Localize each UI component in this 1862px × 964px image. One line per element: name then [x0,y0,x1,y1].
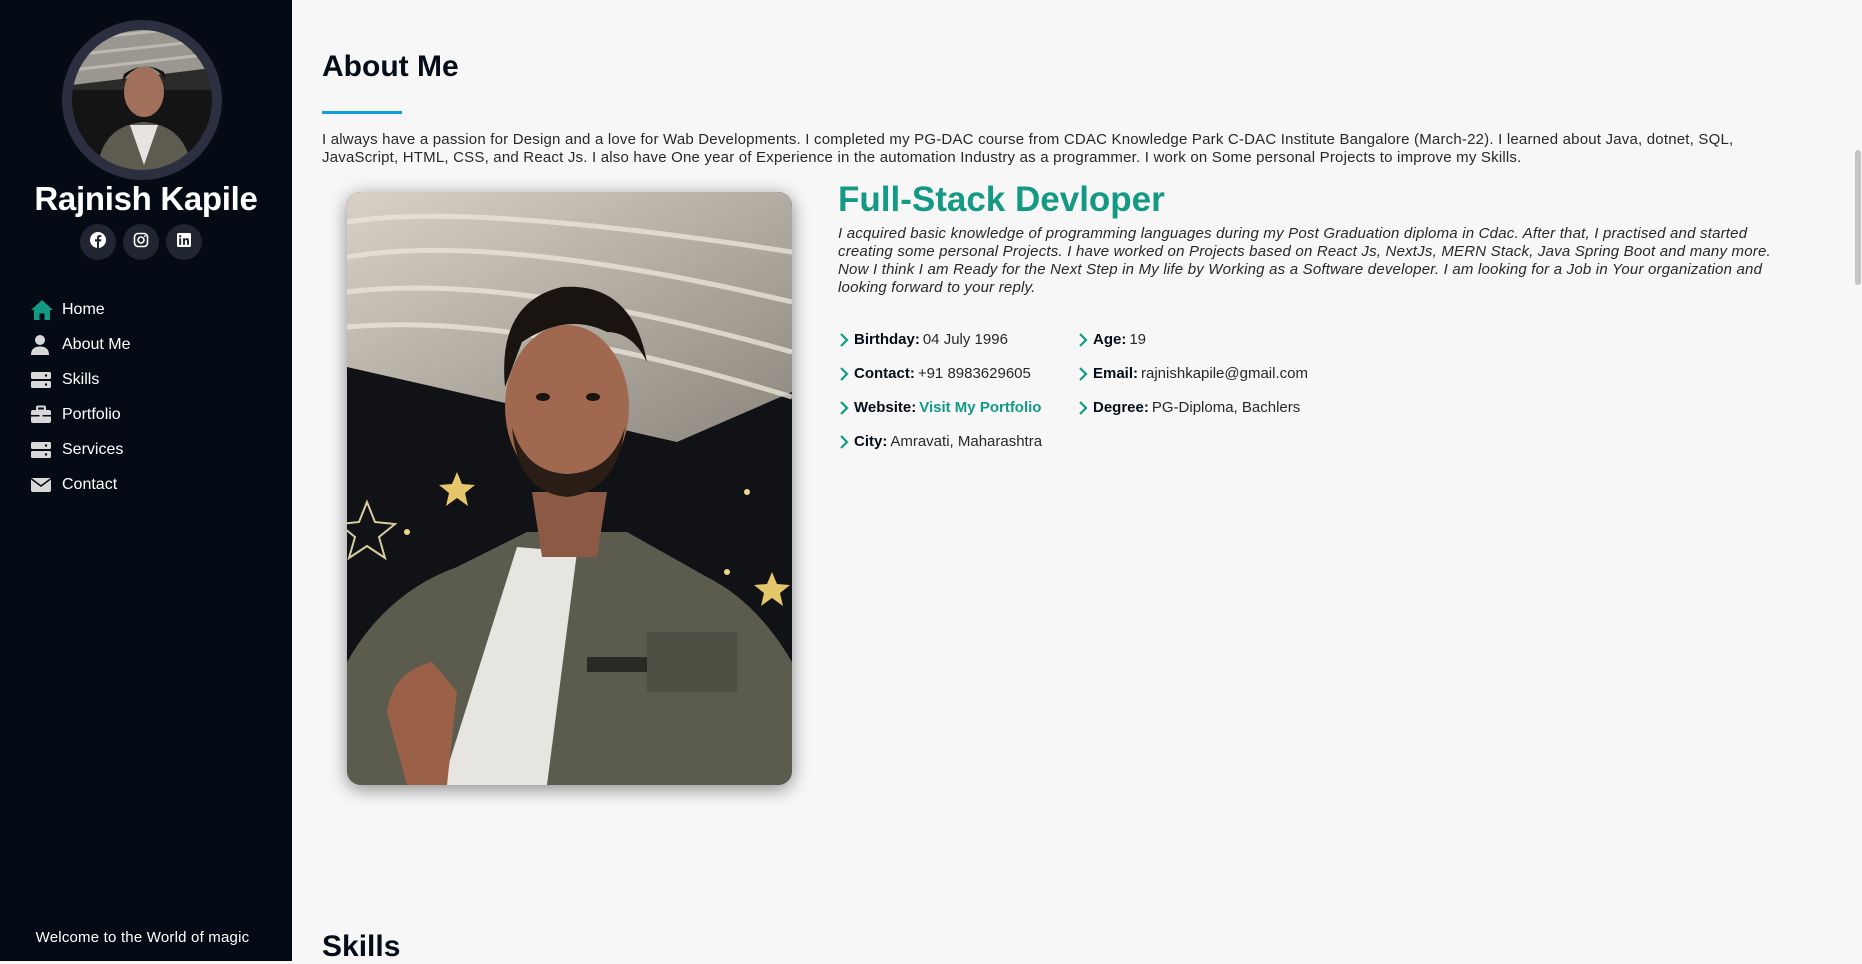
nav-label-home: Home [62,300,105,318]
info-city: City: Amravati, Maharashtra [838,433,1042,450]
info-label: Birthday: [854,331,920,348]
about-title: About Me [322,50,459,83]
info-birthday: Birthday: 04 July 1996 [838,331,1008,348]
instagram-icon [133,232,149,253]
chevron-right-icon [1079,332,1088,347]
linkedin-link[interactable] [166,224,202,260]
nav-item-about[interactable]: About Me [30,327,130,362]
nav-item-skills[interactable]: Skills [30,362,130,397]
info-label: Email: [1093,365,1139,382]
scrollbar-thumb[interactable] [1855,150,1861,285]
nav-label-services: Services [62,440,124,458]
info-value: 19 [1129,331,1147,348]
info-website: Website: Visit My Portfolio [838,399,1041,416]
server-icon [30,369,56,391]
chevron-right-icon [840,400,849,415]
info-value: PG-Diploma, Bachlers [1151,399,1301,416]
info-value: Amravati, Maharashtra [890,433,1043,450]
avatar-ring [62,20,222,180]
role-description: I acquired basic knowledge of programmin… [838,225,1771,296]
skills-title: Skills [322,930,401,963]
info-label: City: [854,433,888,450]
info-label: Website: [854,399,917,416]
chevron-right-icon [840,366,849,381]
info-degree: Degree: PG-Diploma, Bachlers [1077,399,1300,416]
nav-item-services[interactable]: Services [30,432,130,467]
info-value: rajnishkapile@gmail.com [1141,365,1308,382]
server-icon [30,439,56,461]
social-links [80,224,202,260]
info-value: +91 8983629605 [917,365,1031,382]
nav-label-contact: Contact [62,475,118,493]
facebook-link[interactable] [80,224,116,260]
nav-label-portfolio: Portfolio [62,405,121,423]
facebook-icon [90,231,106,253]
envelope-icon [30,474,56,496]
about-intro: I always have a passion for Design and a… [322,131,1734,166]
info-email: Email: rajnishkapile@gmail.com [1077,365,1308,382]
profile-name: Rajnish Kapile [34,180,258,217]
chevron-right-icon [840,434,849,449]
info-contact: Contact: +91 8983629605 [838,365,1031,382]
sidebar-nav: Home About Me Skills Portfolio Services [30,292,130,502]
nav-item-contact[interactable]: Contact [30,467,130,502]
info-value: 04 July 1996 [922,331,1008,348]
info-label: Contact: [854,365,915,382]
info-label: Degree: [1093,399,1149,416]
user-icon [30,334,56,356]
home-icon [30,299,56,321]
linkedin-icon [176,232,192,253]
nav-label-about: About Me [62,335,131,353]
nav-item-portfolio[interactable]: Portfolio [30,397,130,432]
title-underline [322,111,402,114]
profile-photo [347,192,792,785]
info-label: Age: [1093,331,1127,348]
portfolio-link[interactable]: Visit My Portfolio [919,399,1041,416]
chevron-right-icon [1079,400,1088,415]
instagram-link[interactable] [123,224,159,260]
avatar [72,30,212,170]
nav-label-skills: Skills [62,370,100,388]
role-title: Full-Stack Devloper [838,180,1165,219]
sidebar-footer: Welcome to the World of magic [35,929,250,946]
info-age: Age: 19 [1077,331,1146,348]
sidebar: Rajnish Kapile Home About Me Skills Port… [0,0,292,961]
briefcase-icon [30,404,56,426]
chevron-right-icon [1079,366,1088,381]
chevron-right-icon [840,332,849,347]
nav-item-home[interactable]: Home [30,292,130,327]
